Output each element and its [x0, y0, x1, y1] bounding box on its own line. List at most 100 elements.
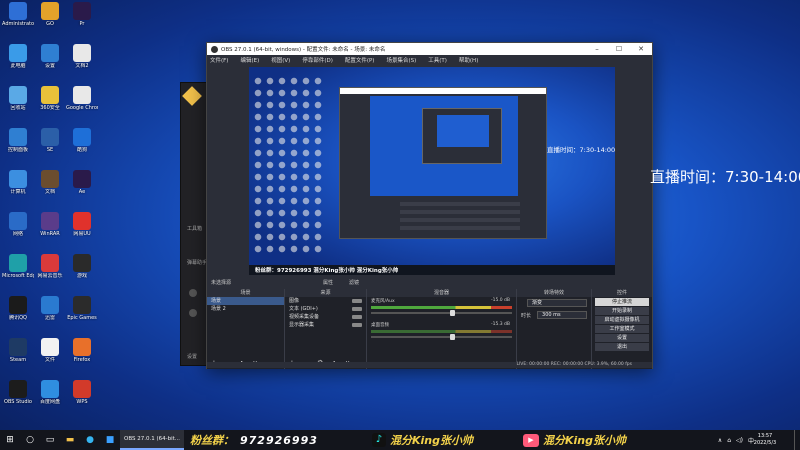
close-icon[interactable]: ✕ [630, 45, 652, 53]
windows-start-icon[interactable]: ⊞ [0, 430, 20, 450]
obs-preview[interactable]: 直播时间：7:30-14:00 粉丝群：972926993 混分King张小帅 … [249, 67, 615, 275]
desktop-icon[interactable]: WPS [66, 380, 98, 405]
clock-date: 2022/5/3 [753, 440, 777, 446]
desktop-icon[interactable]: 文档 [34, 170, 66, 195]
network-icon[interactable]: ⌂ [727, 437, 731, 444]
properties-button[interactable]: 属性 [323, 279, 333, 286]
desktop-icon[interactable]: Firefox [66, 338, 98, 363]
virtual-camera-button[interactable]: 启动虚拟摄像机 [595, 316, 649, 324]
desktop-icon[interactable]: WinRAR [34, 212, 66, 237]
desktop-icon[interactable]: 文件 [34, 338, 66, 363]
desktop-icon[interactable]: Google Chrome [66, 86, 98, 111]
search-icon[interactable]: ○ [20, 430, 40, 450]
controls-header: 控件 [592, 289, 652, 297]
menu-help[interactable]: 帮助(H) [459, 56, 478, 64]
taskbar-obs-button[interactable]: OBS 27.0.1 (64-bit... [120, 430, 185, 450]
app-icon [41, 170, 59, 188]
desktop-icon[interactable]: Ae [66, 170, 98, 195]
pinned-app-icon[interactable]: ■ [100, 430, 120, 450]
task-view-icon[interactable]: ▭ [40, 430, 60, 450]
studio-mode-button[interactable]: 工作室模式 [595, 325, 649, 333]
menu-view[interactable]: 视图(V) [271, 56, 290, 64]
desktop-icon[interactable]: 腾讯QQ [2, 296, 34, 321]
desktop-icon[interactable]: 酷狗 [66, 128, 98, 153]
volume-icon[interactable]: ◁) [736, 437, 743, 444]
obs-status-bar: LIVE: 00:00:00 REC: 00:00:00 CPU: 3.9%, … [207, 362, 652, 368]
duration-input[interactable]: 300 ms [537, 311, 587, 319]
app-icon [41, 128, 59, 146]
menu-docks[interactable]: 停靠部件(D) [302, 56, 333, 64]
obs-window[interactable]: OBS 27.0.1 (64-bit, windows) - 配置文件: 未命名… [206, 42, 653, 369]
exit-button[interactable]: 退出 [595, 343, 649, 351]
nested-preview-2 [422, 108, 502, 164]
desktop-icon-label: WinRAR [40, 231, 60, 237]
bg-app-item-danmu[interactable]: 弹幕助手 [187, 259, 207, 266]
minimize-icon[interactable]: – [586, 45, 608, 53]
taskbar-clock[interactable]: 13:57 2022/5/3 [748, 433, 782, 447]
eye-lock-icon[interactable] [352, 323, 362, 327]
preview-banner: 粉丝群：972926993 混分King张小帅 混分King张小帅 [255, 268, 399, 274]
volume-slider[interactable] [371, 310, 512, 316]
settings-button[interactable]: 设置 [595, 334, 649, 342]
desktop-icon[interactable]: 回收站 [2, 86, 34, 111]
transition-select[interactable]: 渐变 [527, 299, 587, 307]
bg-app-item-toolbox[interactable]: 工具箱 [187, 225, 202, 232]
source-item[interactable]: 文本 (GDI+) [285, 305, 366, 313]
obs-titlebar[interactable]: OBS 27.0.1 (64-bit, windows) - 配置文件: 未命名… [207, 43, 652, 55]
start-recording-button[interactable]: 开始录制 [595, 307, 649, 315]
eye-lock-icon[interactable] [352, 315, 362, 319]
maximize-icon[interactable]: ☐ [608, 45, 630, 53]
menu-tools[interactable]: 工具(T) [428, 56, 447, 64]
desktop-icon[interactable]: GO [34, 2, 66, 27]
app-icon [73, 128, 91, 146]
stop-streaming-button[interactable]: 停止推流 [595, 298, 649, 306]
desktop-icon[interactable]: 文档2 [66, 44, 98, 69]
source-item[interactable]: 图像 [285, 297, 366, 305]
desktop-icon[interactable]: SE [34, 128, 66, 153]
menu-edit[interactable]: 编辑(E) [240, 56, 259, 64]
scene-item[interactable]: 场景 [207, 297, 284, 305]
source-item[interactable]: 视频采集设备 [285, 313, 366, 321]
desktop-icon[interactable]: Microsoft Edge [2, 254, 34, 279]
desktop-icon[interactable]: 设置 [34, 44, 66, 69]
obs-docks: 场景 场景 场景 2 + − ∧ ∨ 来源 图像 文本 (GDI+) 视频采集设… [207, 289, 652, 369]
volume-slider[interactable] [371, 334, 512, 340]
preview-taskbar: 粉丝群：972926993 混分King张小帅 混分King张小帅 [249, 265, 615, 275]
desktop-icon-label: 游戏 [76, 273, 87, 279]
desktop-icon[interactable]: 迅雷 [34, 296, 66, 321]
tray-up-arrow-icon[interactable]: ∧ [718, 437, 722, 444]
edge-icon[interactable]: ● [80, 430, 100, 450]
volume-knob[interactable] [449, 334, 455, 340]
desktop-icon[interactable]: 控制面板 [2, 128, 34, 153]
eye-lock-icon[interactable] [352, 307, 362, 311]
menu-file[interactable]: 文件(F) [210, 56, 228, 64]
bg-app-item-settings[interactable]: 设置 [187, 353, 197, 360]
desktop-icon[interactable]: Epic Games [66, 296, 98, 321]
desktop-icon[interactable]: 360安全 [34, 86, 66, 111]
desktop-icon[interactable]: OBS Studio [2, 380, 34, 405]
desktop-icon[interactable]: Steam [2, 338, 34, 363]
volume-knob[interactable] [449, 310, 455, 316]
scene-item[interactable]: 场景 2 [207, 305, 284, 313]
source-item[interactable]: 显示器采集 [285, 321, 366, 329]
desktop-icon[interactable]: 此电脑 [2, 44, 34, 69]
file-explorer-icon[interactable]: ▬ [60, 430, 80, 450]
desktop-icon[interactable]: 网易云音乐 [34, 254, 66, 279]
filters-button[interactable]: 滤镜 [349, 279, 359, 286]
kuaishou-overlay: ▶ 混分King张小帅 [523, 430, 626, 450]
desktop-icon-label: 计算机 [10, 189, 26, 195]
kuaishou-icon: ▶ [523, 433, 539, 447]
menu-profile[interactable]: 配置文件(P) [345, 56, 375, 64]
show-desktop-button[interactable] [794, 430, 800, 450]
app-icon [73, 86, 91, 104]
desktop-icon[interactable]: Pr [66, 2, 98, 27]
desktop-icon[interactable]: 网易UU [66, 212, 98, 237]
obs-window-title: OBS 27.0.1 (64-bit, windows) - 配置文件: 未命名… [221, 47, 386, 53]
desktop-icon[interactable]: 游戏 [66, 254, 98, 279]
desktop-icon[interactable]: 百度网盘 [34, 380, 66, 405]
desktop-icon[interactable]: 网络 [2, 212, 34, 237]
desktop-icon[interactable]: Administrator [2, 2, 34, 27]
eye-lock-icon[interactable] [352, 299, 362, 303]
desktop-icon[interactable]: 计算机 [2, 170, 34, 195]
menu-scene-collection[interactable]: 场景集合(S) [386, 56, 416, 64]
